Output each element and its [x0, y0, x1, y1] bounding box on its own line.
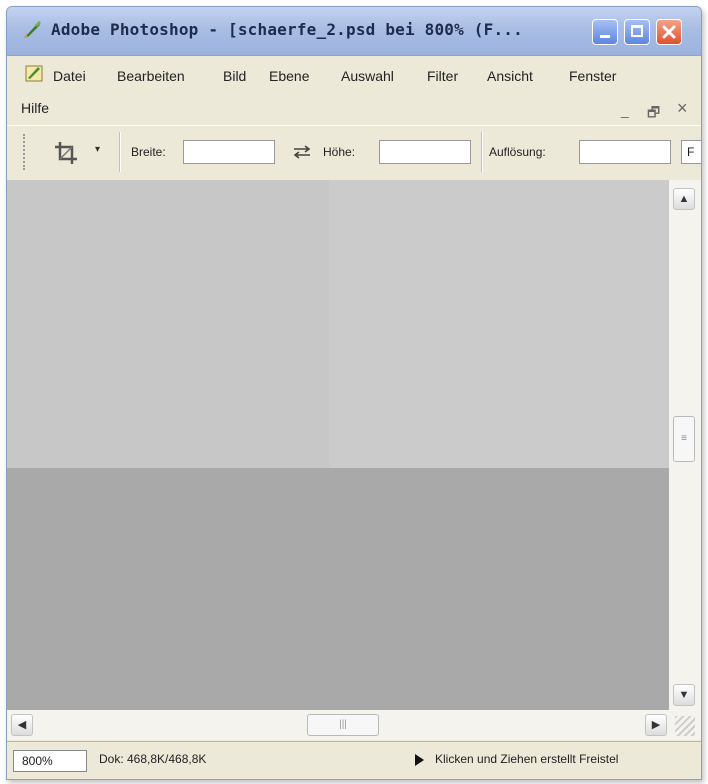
- scroll-up-button[interactable]: ▲: [673, 188, 695, 210]
- maximize-icon: [631, 25, 643, 37]
- thumb-grip-icon: ≡: [681, 433, 687, 444]
- swap-arrows-icon[interactable]: [291, 144, 313, 160]
- menu-bild[interactable]: Bild: [223, 68, 246, 84]
- chevron-right-icon: ▶: [651, 719, 661, 731]
- photoshop-window: Adobe Photoshop - [schaerfe_2.psd bei 80…: [6, 6, 702, 780]
- window-title: Adobe Photoshop - [schaerfe_2.psd bei 80…: [51, 20, 523, 39]
- resolution-input[interactable]: [579, 140, 671, 164]
- tool-preset-chevron-down-icon[interactable]: ▾: [95, 144, 100, 155]
- height-input[interactable]: [379, 140, 471, 164]
- chevron-down-icon: ▼: [678, 689, 690, 701]
- vertical-scroll-thumb[interactable]: ≡: [673, 416, 695, 462]
- menu-bearbeiten[interactable]: Bearbeiten: [117, 68, 185, 84]
- scroll-right-button[interactable]: ▶: [645, 714, 667, 736]
- doc-close-icon[interactable]: ×: [677, 98, 688, 119]
- horizontal-scrollbar[interactable]: ◀ ||| ▶: [7, 710, 701, 740]
- resolution-label: Auflösung:: [489, 145, 546, 159]
- width-label: Breite:: [131, 145, 166, 159]
- image-canvas[interactable]: [7, 180, 669, 710]
- doc-minimize-icon[interactable]: _: [621, 102, 629, 118]
- vertical-scrollbar[interactable]: ▲ ≡ ▼: [669, 180, 701, 710]
- document-icon[interactable]: [23, 63, 45, 83]
- resolution-unit-select[interactable]: F: [681, 140, 701, 164]
- scroll-left-button[interactable]: ◀: [11, 714, 33, 736]
- doc-restore-icon[interactable]: 🗗: [647, 102, 660, 126]
- close-icon: [662, 25, 676, 39]
- chevron-left-icon: ◀: [17, 719, 27, 731]
- menu-fenster[interactable]: Fenster: [569, 68, 616, 84]
- minimize-icon: [600, 35, 610, 38]
- close-button[interactable]: [656, 19, 682, 45]
- zoom-level-value: 800%: [22, 754, 53, 768]
- resize-grip-icon[interactable]: [675, 716, 695, 736]
- toolbar-separator: [481, 132, 483, 172]
- status-menu-arrow-icon[interactable]: [415, 754, 424, 766]
- canvas-pixel-block: [7, 180, 329, 468]
- thumb-grip-icon: |||: [339, 719, 347, 730]
- menu-ansicht[interactable]: Ansicht: [487, 68, 533, 84]
- zoom-level-field[interactable]: 800%: [13, 750, 87, 772]
- tool-hint-text: Klicken und Ziehen erstellt Freistel: [435, 752, 619, 766]
- menu-ebene[interactable]: Ebene: [269, 68, 309, 84]
- menu-datei[interactable]: Datei: [53, 68, 86, 84]
- menu-bar: Datei Bearbeiten Bild Ebene Auswahl Filt…: [7, 56, 701, 124]
- photoshop-feather-icon: [24, 21, 41, 38]
- minimize-button[interactable]: [592, 19, 618, 45]
- toolbar-separator: [119, 132, 121, 172]
- status-bar: 800% Dok: 468,8K/468,8K Klicken und Zieh…: [7, 741, 701, 779]
- options-bar-grip[interactable]: [23, 134, 27, 170]
- crop-tool-icon[interactable]: [53, 140, 79, 166]
- canvas-pixel-block: [329, 180, 669, 468]
- options-bar: ▾ Breite: Höhe: Auflösung: F: [7, 125, 701, 181]
- horizontal-scroll-thumb[interactable]: |||: [307, 714, 379, 736]
- maximize-button[interactable]: [624, 19, 650, 45]
- menu-hilfe[interactable]: Hilfe: [21, 100, 49, 116]
- scroll-down-button[interactable]: ▼: [673, 684, 695, 706]
- title-bar[interactable]: Adobe Photoshop - [schaerfe_2.psd bei 80…: [7, 7, 701, 56]
- height-label: Höhe:: [323, 145, 356, 159]
- menu-filter[interactable]: Filter: [427, 68, 458, 84]
- chevron-up-icon: ▲: [678, 193, 690, 205]
- resolution-unit-label: F: [687, 145, 695, 159]
- width-input[interactable]: [183, 140, 275, 164]
- menu-auswahl[interactable]: Auswahl: [341, 68, 394, 84]
- document-size-info: Dok: 468,8K/468,8K: [99, 752, 207, 766]
